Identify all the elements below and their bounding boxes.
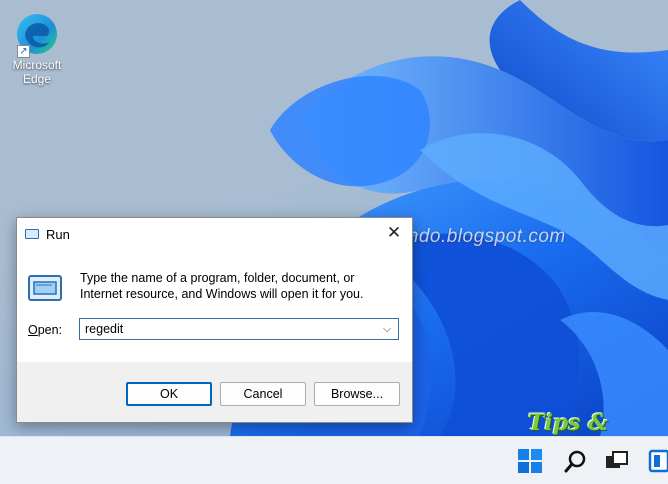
tips-tutorial-badge: Tips & Tutorial: [528, 410, 609, 436]
desktop-icon-edge[interactable]: ↗ Microsoft Edge: [6, 12, 68, 86]
run-dialog: Run ✕ Type the name of a program, folder…: [16, 217, 413, 423]
search-icon[interactable]: [562, 447, 590, 475]
run-app-icon: [25, 229, 39, 239]
browse-button[interactable]: Browse...: [314, 382, 400, 406]
shortcut-arrow-icon: ↗: [17, 45, 30, 58]
windows-start-icon[interactable]: [516, 447, 544, 475]
widgets-icon[interactable]: [648, 447, 668, 475]
cancel-button[interactable]: Cancel: [220, 382, 306, 406]
open-input[interactable]: [80, 319, 370, 339]
run-footer: OK Cancel Browse...: [17, 362, 412, 422]
run-body: Type the name of a program, folder, docu…: [17, 250, 412, 362]
taskbar: [0, 436, 668, 484]
open-combobox[interactable]: ⌵: [79, 318, 399, 340]
task-view-icon[interactable]: [602, 447, 630, 475]
open-label: Open:: [28, 323, 63, 337]
chevron-down-icon[interactable]: ⌵: [380, 321, 394, 337]
close-button[interactable]: ✕: [380, 220, 408, 246]
run-title: Run: [46, 226, 70, 242]
run-description: Type the name of a program, folder, docu…: [80, 271, 364, 301]
run-program-icon: [28, 275, 62, 301]
run-titlebar[interactable]: Run ✕: [17, 218, 412, 250]
ok-button[interactable]: OK: [126, 382, 212, 406]
edge-icon: ↗: [15, 12, 59, 58]
desktop-icon-label: Microsoft Edge: [12, 58, 62, 86]
